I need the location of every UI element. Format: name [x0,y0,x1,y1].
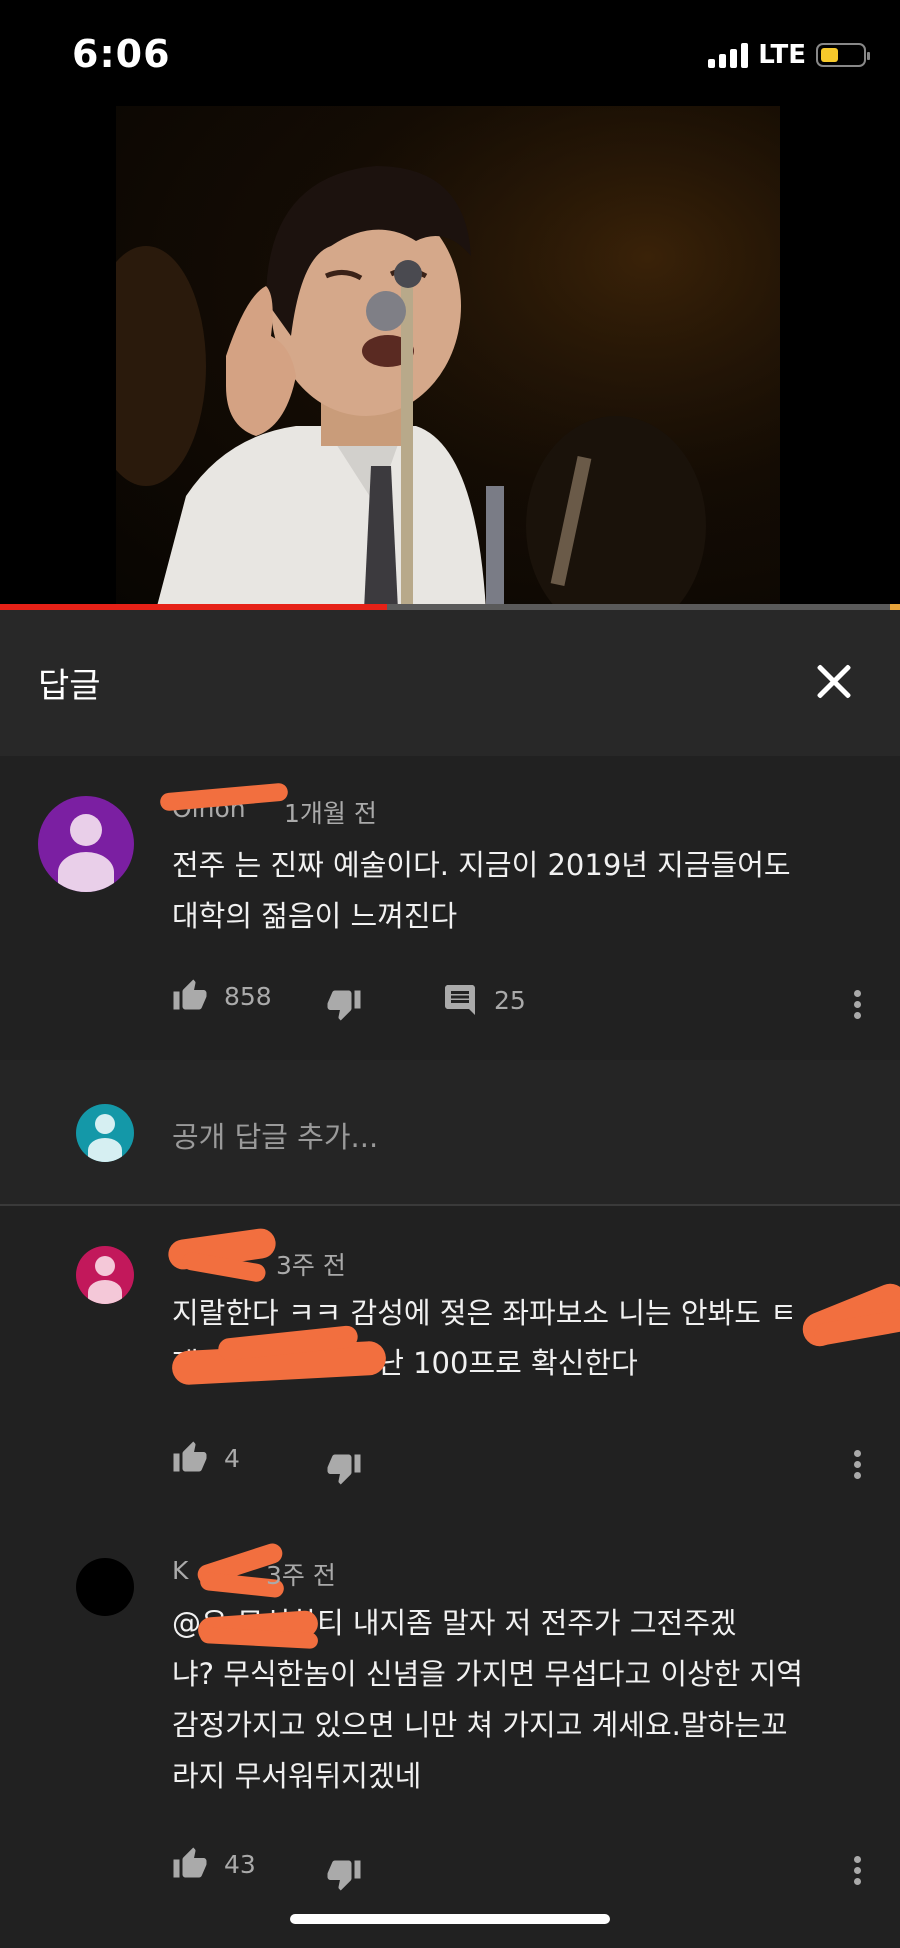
comment-text-line: 지랄한다 ㅋㅋ 감성에 젖은 좌파보소 니는 안봐도 ㅌ [172,1296,797,1330]
comment-text-line: 전주 는 진짜 예술이다. 지금이 2019년 지금들어도 [172,848,791,882]
thumb-down-icon [327,1860,361,1891]
replies-header: 답글 [0,610,900,756]
reply-count: 25 [494,985,526,1015]
thumb-down-icon [327,1454,361,1485]
status-time: 6:06 [72,32,171,76]
replies-count-button[interactable]: 25 [442,982,526,1018]
more-vert-icon[interactable] [852,1852,862,1889]
like-count: 858 [224,981,272,1011]
reply-comment: K 3주 전 @유 무식한티 내지좀 말자 저 전주가 그전주겠 냐? 무식한놈… [0,1518,900,1948]
dislike-button[interactable] [326,1856,362,1892]
comment-text-line: 냐? 무식한놈이 신념을 가지면 무섭다고 이상한 지역 [172,1657,803,1691]
avatar[interactable] [38,796,134,892]
parent-comment: Olhon 1개월 전 전주 는 진짜 예술이다. 지금이 2019년 지금들어… [0,756,900,1060]
comment-time: 1개월 전 [284,799,377,828]
thumb-up-icon [173,979,207,1010]
like-count: 43 [224,1849,256,1879]
dislike-button[interactable] [326,986,362,1022]
like-button[interactable]: 858 [172,978,272,1014]
like-count: 4 [224,1443,240,1473]
add-reply-input[interactable]: 공개 답글 추가... [172,1114,378,1156]
like-button[interactable]: 43 [172,1846,256,1882]
battery-icon [816,43,870,67]
avatar [76,1104,134,1162]
thumb-up-icon [173,1441,207,1472]
network-type: LTE [758,40,806,70]
avatar[interactable] [76,1246,134,1304]
avatar[interactable] [76,1558,134,1616]
status-bar: 6:06 LTE [0,0,900,106]
comment-text-line: 라지 무서워뒤지겠네 [172,1759,422,1793]
replies-panel: 답글 Olhon 1개월 전 전주 는 진짜 예술이다. 지금이 2019년 지… [0,610,900,1948]
comment-icon [445,985,475,1015]
more-vert-icon[interactable] [852,986,862,1023]
more-vert-icon[interactable] [852,1446,862,1483]
home-indicator[interactable] [290,1914,610,1924]
comment-text-line: 대학의 젊음이 느껴진다 [172,899,458,933]
status-icons: LTE [708,40,870,70]
video-still-image [116,106,780,610]
add-reply-row[interactable]: 공개 답글 추가... [0,1060,900,1206]
close-icon[interactable] [804,652,864,712]
like-button[interactable]: 4 [172,1440,240,1476]
comment-text-line: 감정가지고 있으면 니만 쳐 가지고 계세요.말하는꼬 [172,1708,788,1742]
signal-icon [708,42,749,68]
thumb-down-icon [327,990,361,1021]
video-player[interactable] [0,106,900,610]
panel-title: 답글 [38,666,101,706]
reply-comment: 3주 전 지랄한다 ㅋㅋ 감성에 젖은 좌파보소 니는 안봐도 ㅌ 재ㅊ ㅡ새끼… [0,1206,900,1518]
comment-time: 3주 전 [266,1561,336,1590]
comment-time: 3주 전 [276,1251,346,1280]
video-frame[interactable] [116,106,780,610]
dislike-button[interactable] [326,1450,362,1486]
comment-author[interactable]: K [172,1556,188,1585]
thumb-up-icon [173,1847,207,1878]
